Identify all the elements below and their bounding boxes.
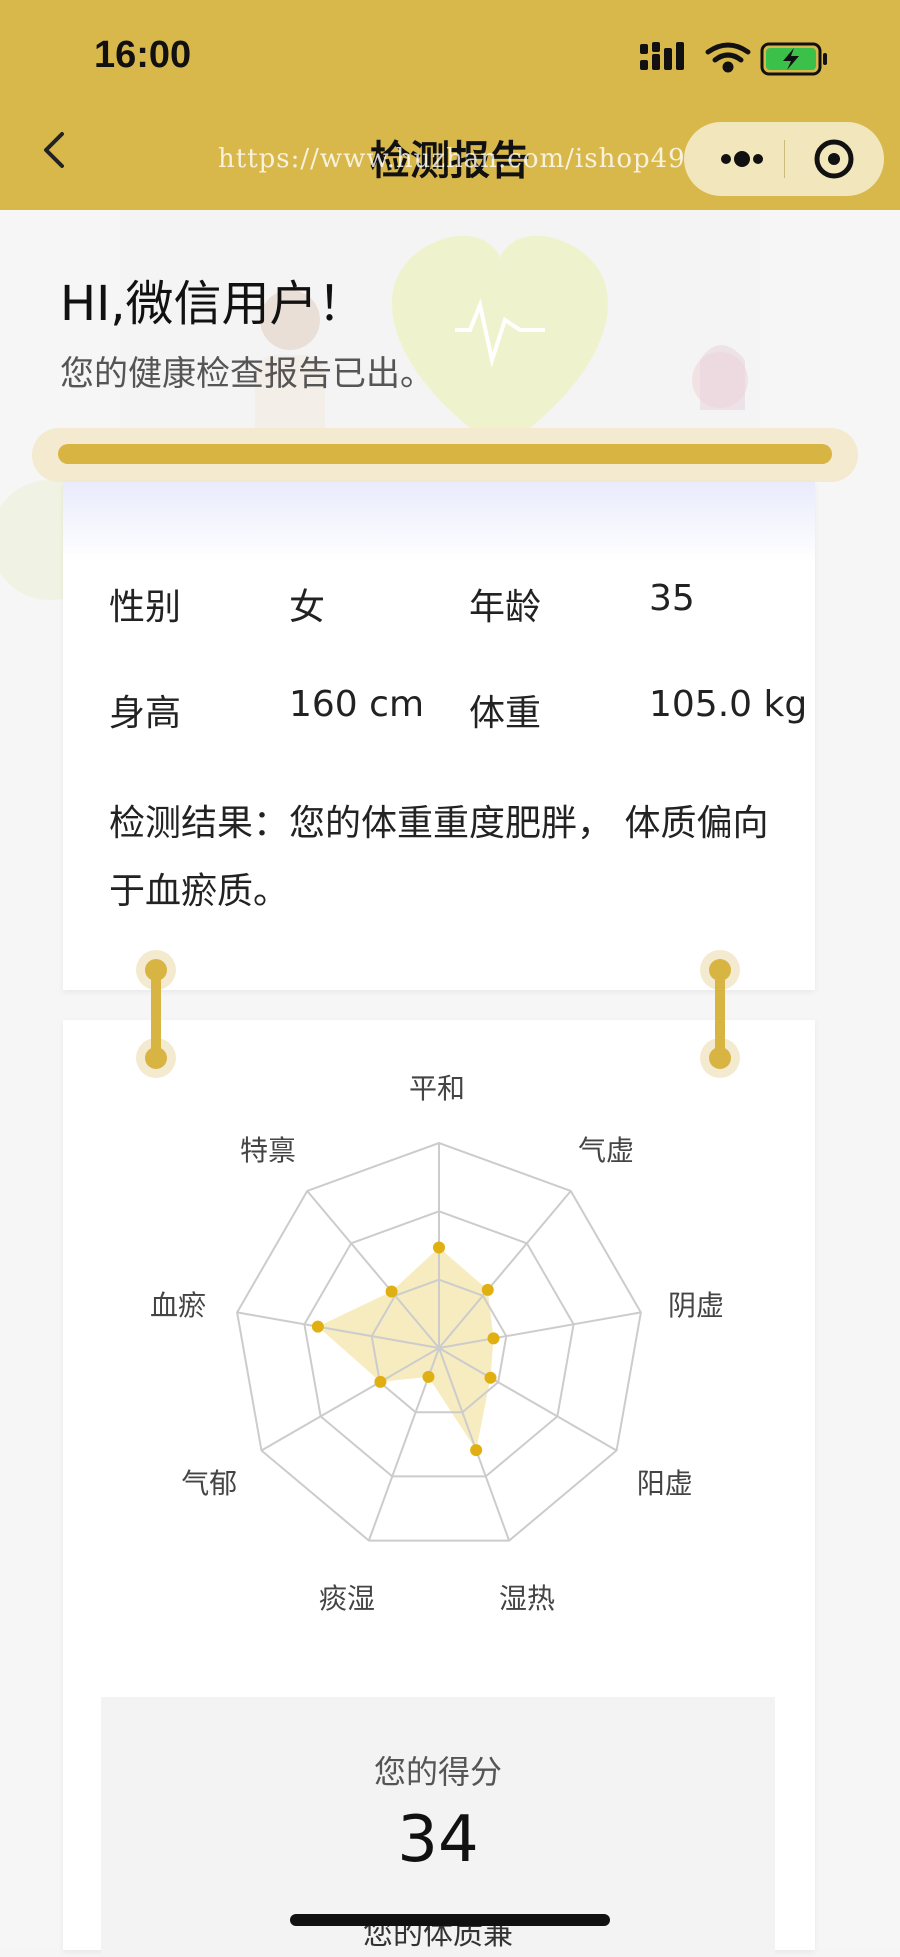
mini-program-capsule [684, 122, 884, 196]
watermark-text: https://www.huzhan.com/ishop49122 [218, 144, 739, 174]
radar-label: 平和 [409, 1072, 466, 1105]
top-bar: 16:00 检测报告 https://www.huzhan.com/ishop4… [0, 0, 900, 210]
status-icons [640, 42, 827, 76]
radar-label: 阴虚 [668, 1289, 725, 1323]
radar-label: 气郁 [181, 1466, 238, 1500]
radar-label: 血瘀 [149, 1289, 206, 1323]
weight-label: 体重 [469, 693, 542, 734]
battery-icon [760, 42, 827, 76]
scroll-rod [32, 428, 858, 482]
close-target-icon[interactable] [794, 122, 874, 196]
height-label: 身高 [109, 693, 182, 734]
wifi-icon [705, 42, 751, 73]
radar-label: 痰湿 [319, 1582, 376, 1616]
status-time: 16:00 [94, 34, 192, 76]
profile-card: 性别 女 年龄 35 身高 160 cm 体重 105.0 kg 检测结果：您的… [63, 482, 815, 990]
score-label: 您的得分 [373, 1753, 502, 1791]
age-label: 年龄 [469, 587, 542, 628]
age-value: 35 [649, 578, 695, 619]
radar-label: 阳虚 [636, 1466, 693, 1500]
capsule-divider [784, 140, 785, 178]
radar-label: 气虚 [578, 1133, 635, 1167]
hook-right [700, 950, 740, 1078]
gender-label: 性别 [109, 587, 182, 628]
greeting-subtitle: 您的健康检查报告已出。 [60, 354, 434, 394]
score-value: 34 [397, 1803, 479, 1877]
scroll-rod-inner [58, 444, 832, 464]
radar-label: 湿热 [498, 1582, 555, 1616]
height-value: 160 cm [289, 684, 425, 725]
greeting-title: HI,微信用户！ [60, 276, 366, 332]
signal-icon [640, 42, 684, 70]
hook-left [136, 950, 176, 1078]
card-top-fade [63, 482, 815, 562]
gender-value: 女 [289, 587, 326, 628]
more-icon[interactable] [706, 122, 776, 196]
weight-value: 105.0 kg [649, 684, 808, 725]
radar-label: 特禀 [239, 1133, 296, 1167]
home-indicator [290, 1914, 610, 1926]
result-text: 检测结果：您的体重重度肥胖， 体质偏向于血瘀质。 [109, 803, 769, 912]
